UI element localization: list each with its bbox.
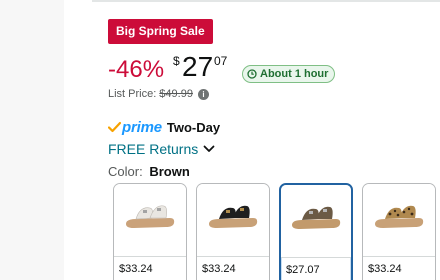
color-swatch-black[interactable]: $33.24 bbox=[196, 183, 270, 280]
color-selector-label: Color: Brown bbox=[108, 164, 190, 179]
color-label: Color: bbox=[108, 164, 143, 179]
chevron-down-icon bbox=[203, 145, 215, 153]
clock-icon bbox=[247, 69, 257, 79]
list-price-label: List Price: bbox=[108, 88, 157, 100]
swatch-image bbox=[363, 184, 435, 257]
list-price-value: $49.99 bbox=[159, 88, 193, 100]
swatch-image bbox=[197, 184, 269, 257]
swatch-image bbox=[114, 184, 186, 257]
color-swatch-brown[interactable]: $27.07 bbox=[279, 183, 353, 280]
prime-check-icon bbox=[108, 121, 121, 134]
list-price: List Price: $49.99 i bbox=[108, 88, 209, 100]
price-fraction: 07 bbox=[214, 54, 228, 68]
discount-percent: -46% bbox=[108, 56, 165, 83]
top-divider bbox=[92, 0, 440, 2]
delivery-timer-badge[interactable]: About 1 hour bbox=[242, 65, 336, 83]
swatch-price: $27.07 bbox=[286, 264, 320, 276]
color-value: Brown bbox=[149, 164, 190, 179]
price-whole: 27 bbox=[182, 51, 214, 82]
deal-badge[interactable]: Big Spring Sale bbox=[108, 19, 213, 44]
swatch-price: $33.24 bbox=[119, 263, 153, 275]
color-swatch-leopard[interactable]: $33.24 bbox=[362, 183, 436, 280]
prime-delivery-label: Two-Day bbox=[166, 119, 221, 135]
swatch-price: $33.24 bbox=[368, 263, 402, 275]
prime-logo-text: prime bbox=[122, 118, 162, 136]
sandal-strap bbox=[149, 205, 167, 219]
free-returns-link[interactable]: FREE Returns bbox=[108, 141, 215, 157]
price-currency-symbol: $ bbox=[173, 54, 180, 68]
sandal-sole bbox=[126, 218, 175, 228]
swatch-price: $33.24 bbox=[202, 263, 236, 275]
free-returns-label: FREE Returns bbox=[108, 141, 199, 157]
left-column-shade bbox=[0, 0, 64, 280]
swatch-image bbox=[281, 185, 351, 258]
delivery-timer-label: About 1 hour bbox=[260, 68, 329, 80]
product-buybox: Big Spring Sale -46% $ 27 07 About 1 hou… bbox=[0, 0, 440, 280]
color-swatch-white[interactable]: $33.24 bbox=[113, 183, 187, 280]
info-icon[interactable]: i bbox=[197, 88, 209, 100]
prime-delivery[interactable]: prime Two-Day bbox=[108, 118, 220, 136]
